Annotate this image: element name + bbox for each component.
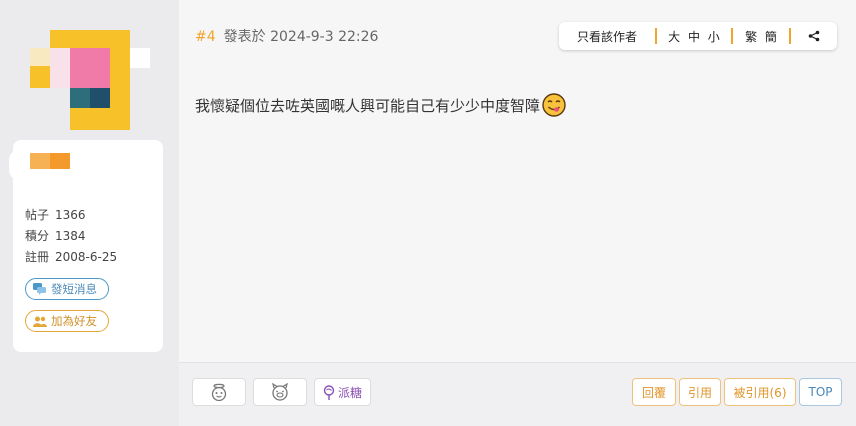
post-area [179, 0, 856, 362]
dislike-button[interactable] [253, 378, 307, 406]
back-to-top-button[interactable]: TOP [799, 378, 842, 406]
post-text: 我懷疑個位去咗英國嘅人興可能自己有少少中度智障 [195, 96, 541, 115]
post-toolbar: 只看該作者 大 中 小 繁 簡 [559, 22, 837, 50]
send-message-button[interactable]: 發短消息 [25, 278, 109, 300]
stat-posts: 帖子 1366 [25, 208, 86, 222]
share-button[interactable] [791, 28, 837, 44]
post-body: 我懷疑個位去咗英國嘅人興可能自己有少少中度智障 [195, 93, 566, 117]
share-icon [808, 30, 820, 42]
posted-label: 發表於 [223, 29, 266, 45]
reply-button[interactable]: 回覆 [632, 378, 676, 406]
add-friend-button[interactable]: 加為好友 [25, 310, 109, 332]
stat-points: 積分 1384 [25, 229, 86, 243]
quote-button[interactable]: 引用 [679, 378, 721, 406]
post-timestamp: 2024-9-3 22:26 [270, 29, 379, 45]
like-button[interactable] [192, 378, 246, 406]
post-header: #4 發表於 2024-9-3 22:26 [195, 26, 378, 46]
author-only-button[interactable]: 只看該作者 [559, 28, 655, 44]
username[interactable] [30, 153, 70, 169]
font-size-switch[interactable]: 大 中 小 [657, 28, 731, 44]
angel-face-icon [211, 383, 227, 401]
chat-icon [33, 283, 46, 295]
stat-registered: 註冊 2008-6-25 [25, 250, 118, 264]
quoted-by-button[interactable]: 被引用(6) [724, 378, 796, 406]
user-stats: 帖子 1366 積分 1384 註冊 2008-6-25 [25, 205, 117, 268]
pig-face-icon [272, 383, 288, 401]
users-icon [33, 316, 47, 327]
candy-icon [323, 384, 335, 400]
yum-face-icon [542, 93, 566, 117]
give-candy-button[interactable]: 派糖 [314, 378, 371, 406]
script-switch[interactable]: 繁 簡 [733, 28, 789, 44]
post-number[interactable]: #4 [195, 29, 216, 45]
avatar[interactable] [30, 30, 150, 140]
